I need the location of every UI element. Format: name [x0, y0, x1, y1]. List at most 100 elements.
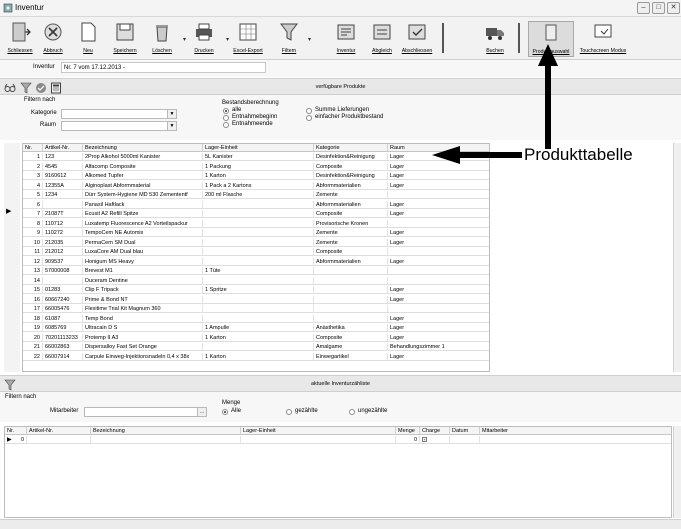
table-cell[interactable]: 0	[396, 436, 420, 444]
table-cell[interactable]: 909537	[43, 257, 83, 266]
column-header[interactable]: Bezeichnung	[91, 427, 241, 435]
table-cell[interactable]	[450, 436, 480, 444]
table-cell[interactable]: 9160612	[43, 172, 83, 180]
table-cell[interactable]	[43, 276, 83, 285]
table-row[interactable]: 22 66007914 Carpule Einweg-Injektionsnadel…	[23, 352, 489, 361]
table-row[interactable]: 6 Panasil Haftlack Abformmaterialien Lager	[23, 200, 489, 209]
table-cell[interactable]: 1 Karton	[203, 172, 314, 180]
table-cell[interactable]: Einwegartikel	[314, 352, 388, 361]
toolbar-button-speichern[interactable]: Speichern	[108, 21, 142, 57]
table-cell[interactable]	[203, 305, 314, 313]
table-cell[interactable]: Duceram Dentine	[83, 276, 203, 285]
table-cell[interactable]: 12	[23, 257, 43, 266]
table-row[interactable]: 18 61087 Temp Bond Lager	[23, 314, 489, 323]
table-cell[interactable]	[314, 276, 388, 285]
table-cell[interactable]: Panasil Haftlack	[83, 200, 203, 209]
table-cell[interactable]: 8	[23, 219, 43, 228]
table-cell[interactable]: Dürr System-Hygiene MD 530 Zemententf	[83, 191, 203, 199]
table-row[interactable]: 21 66002863 Dispersalloy Fast Set Orange Am…	[23, 343, 489, 351]
table-cell[interactable]	[314, 267, 388, 275]
table-cell[interactable]	[27, 436, 91, 444]
table-cell[interactable]: Amalgame	[314, 343, 388, 351]
column-header[interactable]: Artikel-Nr.	[27, 427, 91, 435]
table-cell[interactable]: Zemente	[314, 229, 388, 237]
table-cell[interactable]: Behandlungszimmer 1	[388, 343, 489, 351]
column-header[interactable]: Kategorie	[314, 144, 388, 152]
mitarbeiter-field[interactable]: …	[84, 407, 207, 417]
table-cell[interactable]: Provisorische Kronen	[314, 219, 388, 228]
column-header[interactable]: Nr.	[23, 144, 43, 152]
table-cell[interactable]: Abformmaterialien	[314, 257, 388, 266]
table-row[interactable]: 4 12355A Alginoplast Abformmaterial 1 Pack …	[23, 181, 489, 190]
table-cell[interactable]: 1 Spritze	[203, 286, 314, 294]
table-cell[interactable]	[203, 210, 314, 218]
column-header[interactable]: Artikel-Nr.	[43, 144, 83, 152]
table-cell[interactable]: Alkomed Tupfer	[83, 172, 203, 180]
table-cell[interactable]	[203, 343, 314, 351]
table-cell[interactable]: 60667240	[43, 295, 83, 304]
table-cell[interactable]: Lager	[388, 201, 489, 209]
table-cell[interactable]: Protemp II A3	[83, 333, 203, 342]
table-row[interactable]: 10 212035 PermaCem SM Dual Zemente Lager	[23, 238, 489, 247]
table-cell[interactable]: 10	[23, 238, 43, 247]
table-row[interactable]: 12 909537 Honigum MS Heavy Abformmaterialie…	[23, 257, 489, 266]
table-cell[interactable]: Lager	[388, 353, 489, 361]
table-cell[interactable]	[43, 200, 83, 209]
table-cell[interactable]: 19	[23, 324, 43, 332]
table-cell[interactable]: 212035	[43, 238, 83, 247]
radio-summe-lieferungen[interactable]	[306, 108, 312, 114]
table-cell[interactable]: Zemente	[314, 238, 388, 247]
table-cell[interactable]	[314, 314, 388, 323]
chevron-down-icon[interactable]: ▼	[167, 122, 176, 130]
table-cell[interactable]: 2	[23, 162, 43, 171]
table-cell[interactable]: 212012	[43, 248, 83, 256]
table-cell[interactable]: 1 Ampulle	[203, 324, 314, 332]
table-row[interactable]: 8 110712 Luxatemp Fluorescence A2 Vorteils…	[23, 219, 489, 228]
table-cell[interactable]: Lager	[388, 296, 489, 304]
table-cell[interactable]: Lager	[388, 182, 489, 190]
table-cell[interactable]: Lager	[388, 210, 489, 218]
table-cell[interactable]	[388, 277, 489, 285]
table-cell[interactable]: 200 ml Flasche	[203, 191, 314, 199]
table-cell[interactable]: Composite	[314, 248, 388, 256]
table-cell[interactable]: 1234	[43, 191, 83, 199]
table-cell[interactable]: 6	[23, 200, 43, 209]
toolbar-button-drucken[interactable]: Drucken ▾	[186, 21, 229, 57]
radio-alle[interactable]	[223, 108, 229, 114]
table-cell[interactable]: Ecusit A2 Refill Spitze	[83, 210, 203, 218]
table-cell[interactable]	[203, 219, 314, 228]
toolbar-button-neu[interactable]: Neu	[73, 21, 103, 57]
table-cell[interactable]: 21	[23, 343, 43, 351]
table-cell[interactable]: Lager	[388, 324, 489, 332]
table-cell[interactable]	[91, 436, 241, 444]
table-cell[interactable]: 66007914	[43, 352, 83, 361]
table-cell[interactable]: 66002863	[43, 343, 83, 351]
maximize-button[interactable]: □	[652, 2, 665, 14]
table-cell[interactable]: 110272	[43, 229, 83, 237]
table-row[interactable]: 14 Duceram Dentine	[23, 276, 489, 285]
table-cell[interactable]: Composite	[314, 333, 388, 342]
table-row[interactable]: 16 60667240 Prime & Bond NT Lager	[23, 295, 489, 304]
table-cell[interactable]: 18	[23, 314, 43, 323]
table-cell[interactable]: 7	[23, 210, 43, 218]
table-cell[interactable]: Abformmaterialien	[314, 200, 388, 209]
table-cell[interactable]: 70201113233	[43, 333, 83, 342]
table-cell[interactable]: Clip F Tripack	[83, 286, 203, 294]
table-cell[interactable]: Carpule Einweg-Injektionsnadeln 0,4 x 38…	[83, 352, 203, 361]
table-cell[interactable]: LuxaCore AM Dual blau	[83, 248, 203, 256]
table-cell[interactable]: Honigum MS Heavy	[83, 257, 203, 266]
toolbar-button-filtern[interactable]: Filtern ▾	[274, 21, 311, 57]
table-cell[interactable]	[203, 200, 314, 209]
dropdown-arrow-icon[interactable]: ▾	[308, 36, 311, 43]
table-cell[interactable]: Brevest M1	[83, 267, 203, 275]
table-cell[interactable]: Alfacomp Composite	[83, 162, 203, 171]
table-cell[interactable]: 4545	[43, 162, 83, 171]
table-row[interactable]: 9 110272 TempoCem NE Automix Zemente Lager	[23, 229, 489, 237]
toolbar-button-inventur[interactable]: Inventur	[329, 21, 363, 57]
table-row[interactable]: ▶ 0 0 +	[5, 436, 671, 444]
table-cell[interactable]: 11	[23, 248, 43, 256]
table-cell[interactable]: 1 Tüte	[203, 267, 314, 275]
table-cell[interactable]: 1 Karton	[203, 333, 314, 342]
count-table-scrollbar[interactable]	[673, 426, 681, 518]
column-header[interactable]: Menge	[396, 427, 420, 435]
